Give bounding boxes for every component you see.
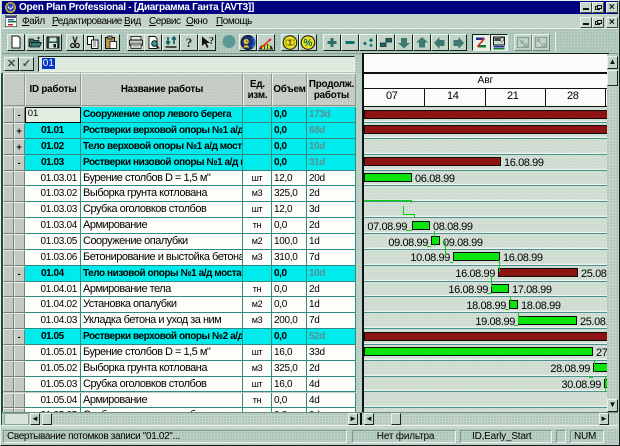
svg-text:?: ?: [209, 36, 214, 47]
svg-text:1: 1: [288, 39, 293, 48]
svg-text:?: ?: [185, 35, 192, 50]
svg-text:%: %: [304, 38, 313, 49]
